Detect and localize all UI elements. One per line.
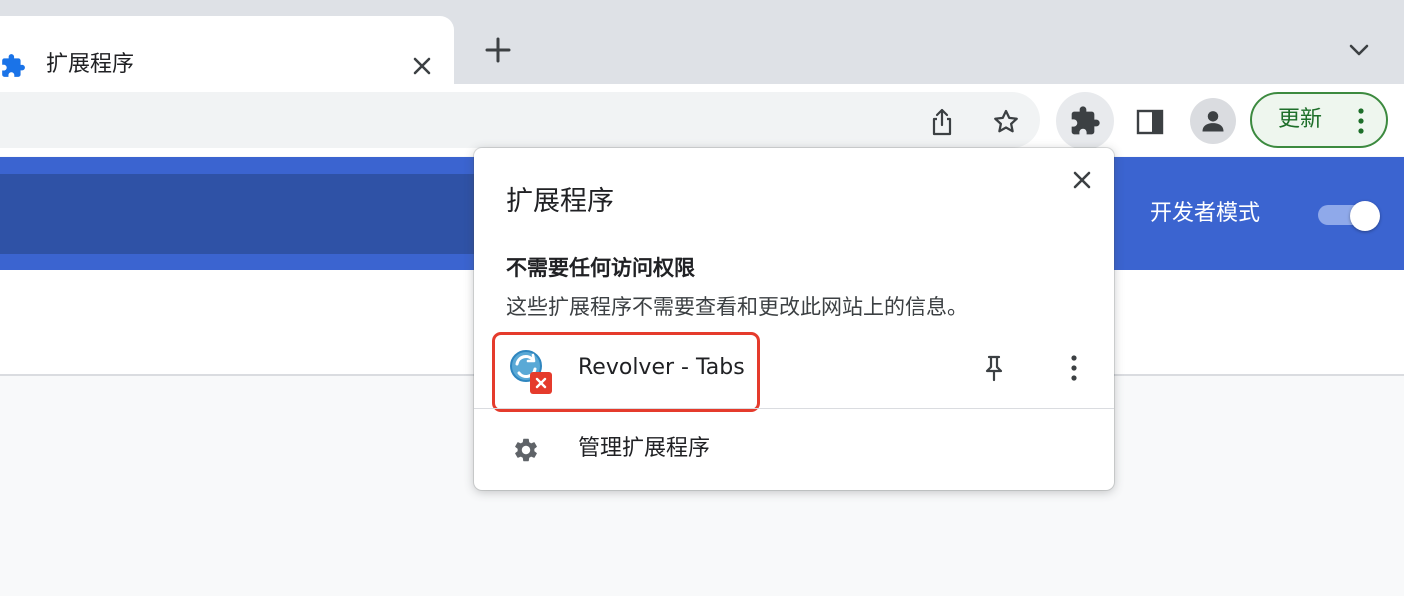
section-heading: 不需要任何访问权限 (506, 256, 695, 280)
extensions-button[interactable] (1056, 92, 1114, 150)
update-label: 更新 (1278, 107, 1323, 132)
manage-extensions-label: 管理扩展程序 (578, 436, 711, 461)
close-icon[interactable] (1068, 166, 1096, 194)
address-bar[interactable] (0, 92, 1040, 148)
side-panel-icon (1136, 109, 1164, 135)
tab-extensions[interactable]: 扩展程序 (0, 16, 454, 84)
toggle-knob (1350, 201, 1380, 231)
gear-icon (515, 438, 537, 462)
more-vertical-icon (1358, 108, 1364, 134)
update-button[interactable]: 更新 (1250, 92, 1388, 148)
share-button[interactable] (920, 100, 964, 144)
divider (474, 408, 1114, 409)
star-icon (994, 109, 1018, 133)
more-vertical-icon[interactable] (1062, 352, 1086, 384)
browser-toolbar: 更新 (0, 84, 1404, 156)
new-tab-plus-icon[interactable] (482, 34, 514, 66)
avatar-icon (1202, 111, 1224, 132)
pin-icon[interactable] (978, 352, 1010, 384)
section-description: 这些扩展程序不需要查看和更改此网站上的信息。 (506, 295, 968, 319)
manage-extensions-item[interactable]: 管理扩展程序 (474, 418, 1114, 482)
chevron-down-icon[interactable] (1344, 38, 1374, 62)
share-icon (932, 108, 952, 136)
revolver-tabs-icon (510, 350, 552, 394)
extension-item[interactable]: Revolver - Tabs (474, 332, 1114, 412)
search-bar-area (0, 174, 480, 254)
close-icon[interactable] (408, 52, 436, 80)
puzzle-icon (1071, 106, 1100, 135)
bookmark-button[interactable] (984, 100, 1028, 144)
tab-strip: 扩展程序 (0, 0, 1404, 84)
dev-mode-label: 开发者模式 (1150, 201, 1261, 226)
dev-mode-toggle[interactable] (1316, 201, 1380, 231)
extension-name: Revolver - Tabs (578, 355, 745, 380)
popup-title: 扩展程序 (506, 186, 614, 217)
profile-button[interactable] (1190, 98, 1236, 144)
tab-title: 扩展程序 (46, 52, 135, 77)
puzzle-icon (2, 54, 25, 77)
extensions-popup: 扩展程序 不需要任何访问权限 这些扩展程序不需要查看和更改此网站上的信息。 Re… (474, 148, 1114, 490)
side-panel-button[interactable] (1128, 100, 1172, 144)
